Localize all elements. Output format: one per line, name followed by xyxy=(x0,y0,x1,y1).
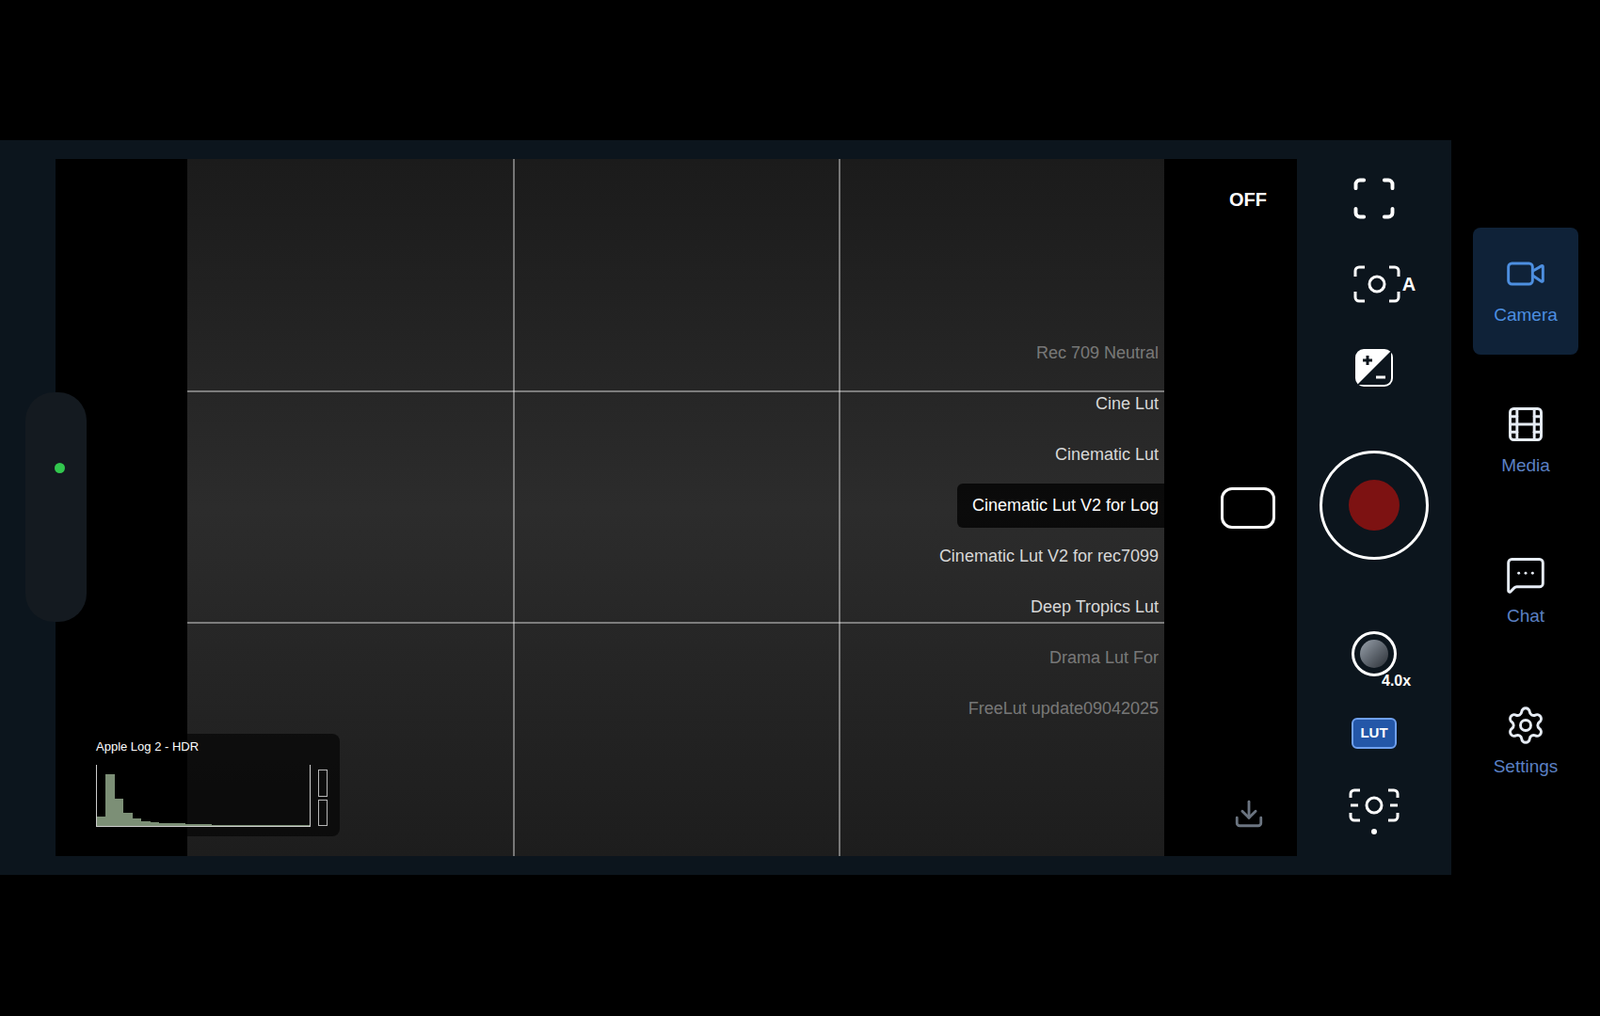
histogram-bar xyxy=(105,774,114,827)
histogram-bar xyxy=(167,823,176,827)
nav-item[interactable]: Media xyxy=(1451,366,1600,517)
histogram-bar xyxy=(176,823,186,827)
histogram-bar xyxy=(132,818,142,827)
histogram-bar xyxy=(301,825,310,827)
histogram-bar xyxy=(194,824,204,827)
histogram-bar xyxy=(256,825,266,827)
lut-import-icon[interactable] xyxy=(1222,787,1276,841)
nav-bar: CameraMediaChatSettings xyxy=(1451,140,1600,876)
histogram-bar xyxy=(273,825,283,827)
grid-line xyxy=(512,159,515,857)
lut-item[interactable]: Deep Tropics Lut xyxy=(1015,581,1174,633)
camera-focus-icon xyxy=(1353,263,1401,305)
histogram-bar xyxy=(291,825,301,827)
auto-exposure-button[interactable]: A xyxy=(1332,260,1416,308)
lut-toggle-button[interactable]: LUT xyxy=(1351,718,1396,750)
histogram-bar xyxy=(239,825,248,827)
histogram-bar xyxy=(247,825,256,827)
histogram-bar xyxy=(283,825,292,827)
lut-item[interactable]: Rec 709 Neutral xyxy=(1021,327,1174,379)
histogram-chart xyxy=(96,765,311,828)
viewfinder-right-margin xyxy=(1164,159,1297,857)
lut-item[interactable]: Cinematic Lut V2 for Log xyxy=(957,480,1174,531)
lut-item[interactable]: FreeLut update09042025 xyxy=(953,683,1174,735)
focus-settings-icon[interactable] xyxy=(1346,784,1402,838)
main-area: Rec 709 NeutralCine LutCinematic LutCine… xyxy=(0,140,1600,876)
histogram-bar xyxy=(185,824,194,827)
lens-selector[interactable]: 4.0x xyxy=(1351,631,1397,677)
fullscreen-icon[interactable] xyxy=(1349,174,1399,224)
nav-item[interactable]: Settings xyxy=(1451,667,1600,818)
histogram-bar xyxy=(123,813,132,827)
histogram-bar xyxy=(114,799,124,827)
bottom-letterbox xyxy=(0,875,1600,1016)
histogram-bar xyxy=(96,816,106,827)
lut-item[interactable]: Cinematic Lut V2 for rec7099 xyxy=(924,530,1174,582)
histogram-bar xyxy=(150,822,160,827)
grid-line xyxy=(187,622,1165,624)
exposure-compensation-icon[interactable] xyxy=(1351,345,1397,391)
histogram-bar xyxy=(203,824,212,827)
histogram-panel: Apple Log 2 - HDR xyxy=(85,734,340,837)
side-notch xyxy=(25,392,87,623)
lut-menu: Rec 709 NeutralCine LutCinematic LutCine… xyxy=(924,327,1174,735)
camera-active-dot xyxy=(54,463,65,474)
meter-segment xyxy=(318,769,328,798)
histogram-bar xyxy=(229,825,239,827)
controls-column: A 4.0x LUT xyxy=(1296,140,1452,876)
audio-meter xyxy=(318,769,328,827)
video-camera-icon xyxy=(1504,253,1547,295)
camera-app: Rec 709 NeutralCine LutCinematic LutCine… xyxy=(0,0,1600,1016)
record-button[interactable] xyxy=(1319,450,1429,560)
camera-panel: Rec 709 NeutralCine LutCinematic LutCine… xyxy=(0,140,1452,876)
lut-item[interactable]: Cine Lut xyxy=(1080,378,1174,430)
grid-line xyxy=(838,159,841,857)
histogram-bar xyxy=(141,821,150,827)
lut-off-button[interactable]: OFF xyxy=(1218,185,1278,214)
lut-item[interactable]: Drama Lut For xyxy=(1034,632,1174,684)
histogram-bar xyxy=(221,825,230,827)
histogram-bar xyxy=(211,825,221,827)
aspect-frame-icon[interactable] xyxy=(1220,487,1276,529)
record-dot xyxy=(1348,480,1400,531)
meter-segment xyxy=(318,800,328,828)
lens-icon xyxy=(1351,631,1397,677)
film-icon xyxy=(1504,403,1547,446)
grid-line xyxy=(187,390,1165,393)
histogram-bar xyxy=(159,823,168,827)
gear-icon xyxy=(1504,704,1547,747)
lut-item[interactable]: Cinematic Lut xyxy=(1040,429,1174,480)
viewfinder: Rec 709 NeutralCine LutCinematic LutCine… xyxy=(55,159,1297,857)
histogram-label: Apple Log 2 - HDR xyxy=(96,737,199,757)
nav-item[interactable]: Chat xyxy=(1451,516,1600,668)
top-letterbox xyxy=(0,0,1600,141)
histogram-bar xyxy=(265,825,274,827)
nav-item[interactable]: Camera xyxy=(1451,215,1600,367)
chat-icon xyxy=(1504,554,1547,596)
